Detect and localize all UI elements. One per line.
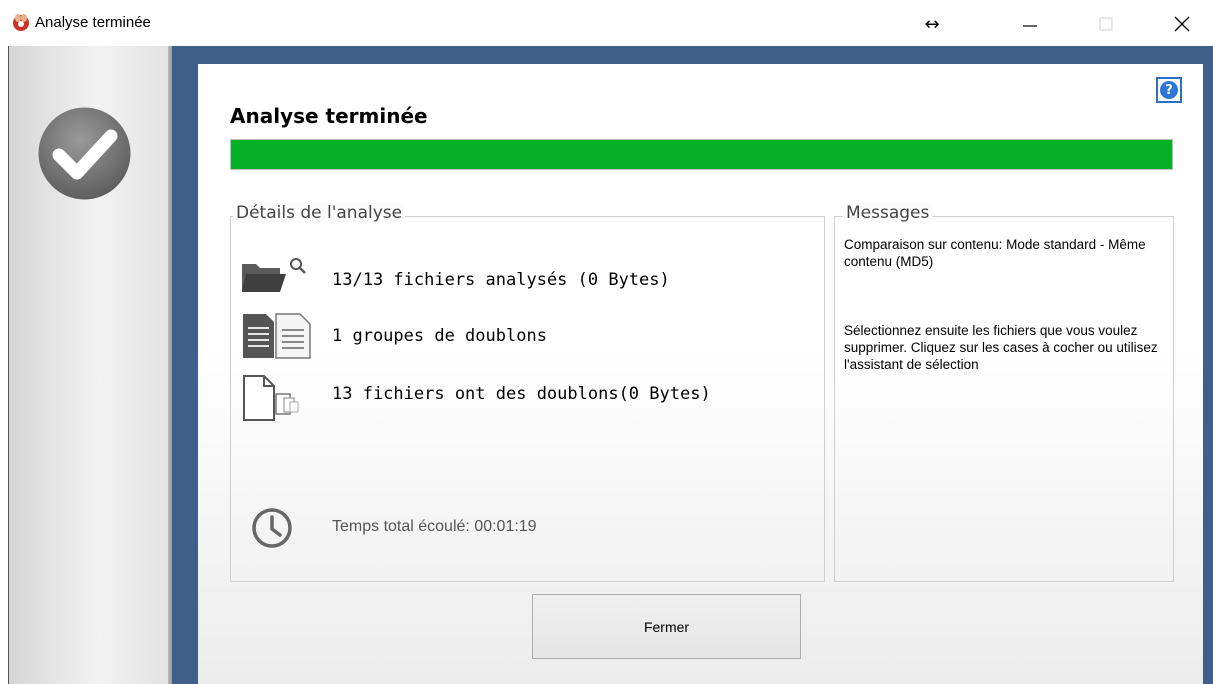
message-comparison-mode: Comparaison sur contenu: Mode standard -… [844, 237, 1146, 269]
folder-search-icon [242, 258, 306, 292]
resize-button[interactable]: ↔ [914, 6, 950, 42]
maximize-icon [1099, 17, 1113, 31]
page-title: Analyse terminée [230, 104, 428, 128]
detail-files-analyzed: 13/13 fichiers analysés (0 Bytes) [332, 270, 670, 290]
close-icon [1174, 16, 1190, 32]
duplicate-documents-icon [243, 313, 311, 359]
minimize-button[interactable] [1012, 6, 1048, 42]
file-copies-icon [243, 375, 299, 421]
messages-group: Messages [834, 203, 1174, 582]
close-window-button[interactable] [1164, 6, 1200, 42]
progress-bar [230, 139, 1173, 170]
checkmark-icon [38, 107, 131, 200]
window-title: Analyse terminée [35, 14, 151, 31]
messages-legend: Messages [843, 203, 933, 223]
close-button[interactable]: Fermer [532, 594, 801, 659]
detail-duplicate-groups: 1 groupes de doublons [332, 326, 547, 346]
minimize-icon [1023, 25, 1037, 27]
details-legend: Détails de l'analyse [233, 203, 406, 223]
elapsed-time: Temps total écoulé: 00:01:19 [332, 518, 537, 535]
resize-icon: ↔ [924, 13, 940, 35]
detail-files-with-duplicates: 13 fichiers ont des doublons(0 Bytes) [332, 384, 711, 404]
maximize-button[interactable] [1088, 6, 1124, 42]
app-icon [13, 14, 29, 31]
message-selection-hint: Sélectionnez ensuite les fichiers que vo… [844, 323, 1158, 372]
progress-fill [231, 140, 1172, 169]
clock-icon [252, 508, 292, 548]
title-bar: Analyse terminée ↔ [0, 0, 1213, 48]
help-icon: ? [1160, 81, 1178, 99]
help-button[interactable]: ? [1156, 77, 1182, 103]
close-button-label: Fermer [643, 618, 690, 635]
